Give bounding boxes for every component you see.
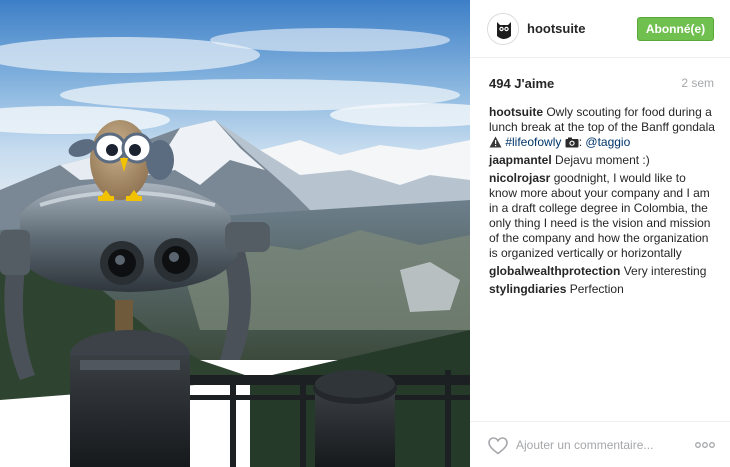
owl-logo-icon: [488, 14, 518, 44]
post-age[interactable]: 2 sem: [681, 76, 714, 90]
post-side-panel: hootsuite Abonné(e) 494 J'aime 2 sem hoo…: [470, 0, 730, 467]
comment-text: Very interesting: [623, 264, 707, 278]
comment-item: nicolrojasr goodnight, I would like to k…: [489, 171, 717, 261]
follow-button[interactable]: Abonné(e): [637, 17, 714, 41]
comment-username[interactable]: jaapmantel: [489, 153, 552, 167]
comment-item: jaapmantel Dejavu moment :): [489, 153, 717, 168]
comment-username[interactable]: hootsuite: [489, 105, 543, 119]
post-photo[interactable]: [0, 0, 470, 467]
more-options-icon[interactable]: [694, 437, 716, 453]
comment-text: Dejavu moment :): [555, 153, 650, 167]
comment-item: globalwealthprotection Very interesting: [489, 264, 717, 279]
avatar[interactable]: [487, 13, 519, 45]
caption: hootsuite Owly scouting for food during …: [489, 105, 715, 149]
comment-username[interactable]: globalwealthprotection: [489, 264, 620, 278]
post-footer: [470, 421, 730, 467]
heart-icon[interactable]: [488, 437, 508, 455]
hashtag-link[interactable]: #lifeofowly: [505, 135, 561, 149]
add-comment-input[interactable]: [516, 435, 686, 455]
comment-username[interactable]: stylingdiaries: [489, 282, 566, 296]
warning-icon: [489, 136, 502, 148]
camera-icon: [565, 137, 579, 148]
mention-link[interactable]: @taggio: [585, 135, 630, 149]
comments-list: hootsuite Owly scouting for food during …: [489, 105, 717, 300]
comment-text: Perfection: [569, 282, 624, 296]
comment-item: stylingdiaries Perfection: [489, 282, 717, 297]
comment-username[interactable]: nicolrojasr: [489, 171, 550, 185]
post-author-username[interactable]: hootsuite: [527, 21, 586, 36]
post-header: hootsuite Abonné(e): [470, 0, 730, 58]
likes-count[interactable]: 494 J'aime: [489, 76, 554, 91]
post-stats: 494 J'aime 2 sem: [470, 68, 730, 96]
